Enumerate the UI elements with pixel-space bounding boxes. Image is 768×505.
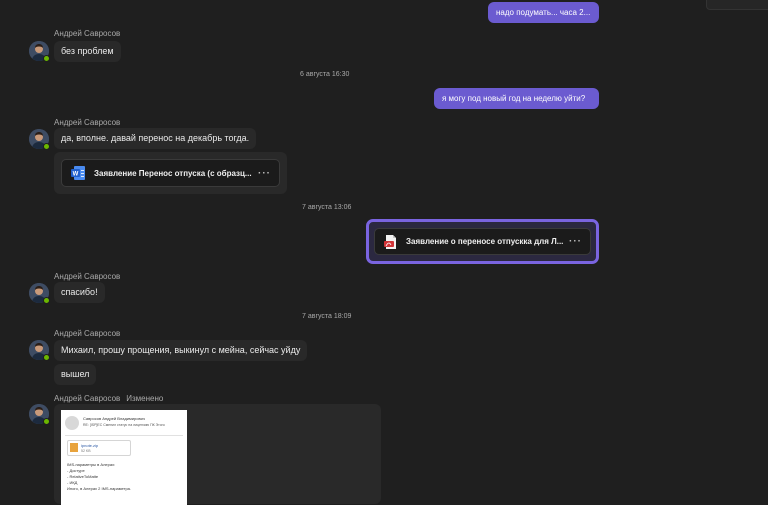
email-subject-line: RE: [ISP]ЕС Сменил статус на лицензию ПК…	[83, 423, 165, 427]
presence-available-icon	[43, 55, 50, 62]
attachment-size: 52 KB	[81, 449, 91, 453]
more-options-icon[interactable]: ···	[569, 236, 590, 247]
message-outgoing[interactable]: надо подумать... часа 2...	[488, 2, 599, 23]
edited-label: Изменено	[126, 394, 164, 403]
more-options-icon[interactable]: ···	[258, 168, 279, 179]
message-incoming[interactable]: без проблем	[54, 41, 121, 62]
pdf-document-icon	[383, 234, 399, 250]
attachment-name: ipnote.zip	[81, 443, 99, 448]
sender-name: Андрей Савросов	[54, 118, 121, 127]
message-incoming[interactable]: Михаил, прошу прощения, выкинул с мейна,…	[54, 340, 308, 361]
presence-available-icon	[43, 297, 50, 304]
message-incoming[interactable]: вышел	[54, 364, 97, 385]
file-name: Заявление о переносе отпускка для Л...	[406, 237, 564, 246]
sender-name: Андрей Савросов	[54, 272, 121, 281]
email-screenshot-image[interactable]: Савросов Андрей Владимирович RE: [ISP]ЕС…	[61, 410, 187, 505]
message-outgoing[interactable]: я могу под новый год на неделю уйти?	[434, 88, 599, 109]
file-name: Заявление Перенос отпуска (с образц...	[94, 168, 252, 178]
sender-photo-placeholder	[65, 416, 79, 430]
svg-text:W: W	[73, 172, 79, 178]
side-panel-edge	[706, 0, 768, 10]
file-attachment-card[interactable]: Заявление о переносе отпускка для Л... ·…	[374, 228, 591, 255]
sender-name-edited: Андрей Савросов Изменено	[54, 394, 163, 403]
presence-available-icon	[43, 418, 50, 425]
email-header-line: Савросов Андрей Владимирович	[83, 416, 145, 421]
sender-name: Андрей Савросов	[54, 329, 121, 338]
sender-name: Андрей Савросов	[54, 394, 121, 403]
date-divider: 6 августа 16:30	[300, 71, 350, 78]
presence-available-icon	[43, 143, 50, 150]
presence-available-icon	[43, 354, 50, 361]
email-body-line: Иного, в Алерах 2 IMS-параметра.	[67, 486, 132, 491]
date-divider: 7 августа 13:06	[302, 204, 352, 211]
zip-file-icon	[70, 443, 78, 452]
file-attachment-card[interactable]: W Заявление Перенос отпуска (с образц...…	[61, 159, 280, 187]
email-divider	[65, 435, 183, 436]
sender-name: Андрей Савросов	[54, 29, 121, 38]
message-incoming[interactable]: да, вполне. давай перенос на декабрь тог…	[54, 128, 257, 149]
email-body: IMS-параметры в Алерах: - Достуре - Rela…	[67, 462, 131, 492]
email-attachment: ipnote.zip 52 KB	[67, 440, 131, 456]
message-incoming[interactable]: спасибо!	[54, 282, 105, 303]
word-document-icon: W	[70, 165, 86, 181]
date-divider: 7 августа 18:09	[302, 313, 352, 320]
